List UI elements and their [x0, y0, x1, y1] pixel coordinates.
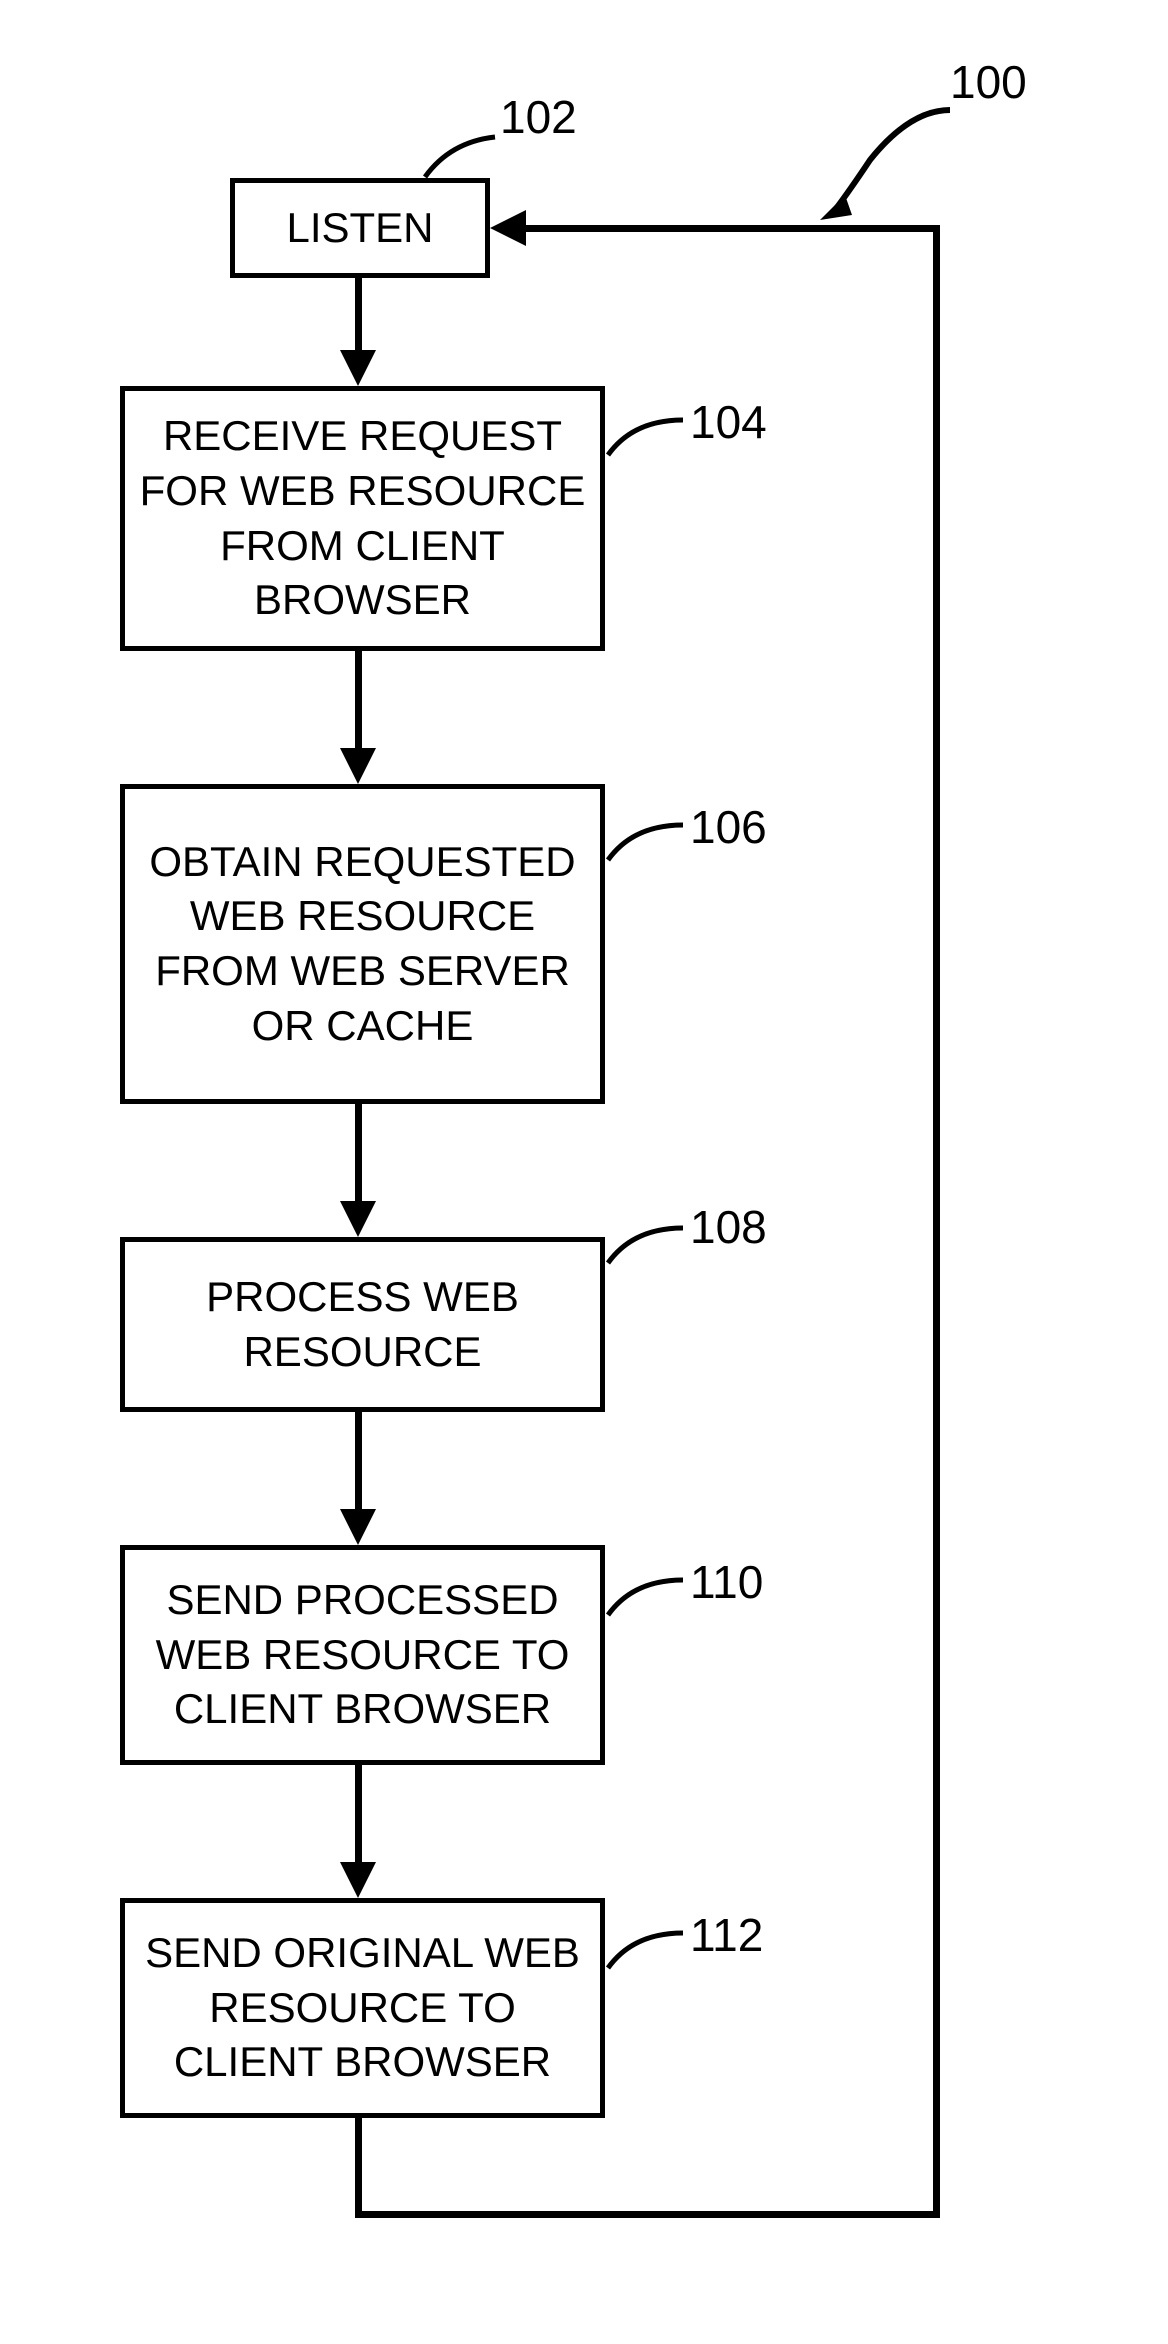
figure-ref-label: 100	[950, 55, 1027, 109]
ref-104-curve	[603, 410, 693, 460]
ref-112: 112	[690, 1908, 763, 1962]
box-obtain: OBTAIN REQUESTED WEB RESOURCE FROM WEB S…	[120, 784, 605, 1104]
box-send-original: SEND ORIGINAL WEB RESOURCE TO CLIENT BRO…	[120, 1898, 605, 2118]
box-process: PROCESS WEB RESOURCE	[120, 1237, 605, 1412]
ref-108: 108	[690, 1200, 767, 1254]
feedback-line-2	[355, 2211, 940, 2218]
feedback-line-3	[933, 228, 940, 2218]
ref-110-curve	[603, 1570, 693, 1620]
arrow-108-110	[355, 1412, 362, 1517]
feedback-arrowhead	[490, 210, 526, 246]
arrowhead-104-106	[340, 748, 376, 784]
box-send-processed: SEND PROCESSED WEB RESOURCE TO CLIENT BR…	[120, 1545, 605, 1765]
ref-112-curve	[603, 1923, 693, 1973]
box-receive: RECEIVE REQUEST FOR WEB RESOURCE FROM CL…	[120, 386, 605, 651]
arrowhead-106-108	[340, 1201, 376, 1237]
box-send-processed-label: SEND PROCESSED WEB RESOURCE TO CLIENT BR…	[135, 1573, 590, 1737]
arrow-106-108	[355, 1104, 362, 1209]
feedback-line-4	[518, 225, 940, 232]
arrowhead-102-104	[340, 350, 376, 386]
box-obtain-label: OBTAIN REQUESTED WEB RESOURCE FROM WEB S…	[135, 835, 590, 1053]
arrow-104-106	[355, 651, 362, 756]
ref-106: 106	[690, 800, 767, 854]
box-send-original-label: SEND ORIGINAL WEB RESOURCE TO CLIENT BRO…	[135, 1926, 590, 2090]
box-process-label: PROCESS WEB RESOURCE	[135, 1270, 590, 1379]
figure-ref-arrow	[810, 100, 960, 220]
ref-104: 104	[690, 395, 767, 449]
ref-108-curve	[603, 1218, 693, 1268]
box-receive-label: RECEIVE REQUEST FOR WEB RESOURCE FROM CL…	[135, 409, 590, 627]
ref-102-curve	[420, 132, 520, 187]
arrow-102-104	[355, 278, 362, 358]
ref-106-curve	[603, 815, 693, 865]
arrowhead-108-110	[340, 1509, 376, 1545]
ref-110: 110	[690, 1555, 763, 1609]
feedback-line-1	[355, 2118, 362, 2218]
box-listen: LISTEN	[230, 178, 490, 278]
arrow-110-112	[355, 1765, 362, 1870]
arrowhead-110-112	[340, 1862, 376, 1898]
box-listen-label: LISTEN	[286, 201, 433, 256]
